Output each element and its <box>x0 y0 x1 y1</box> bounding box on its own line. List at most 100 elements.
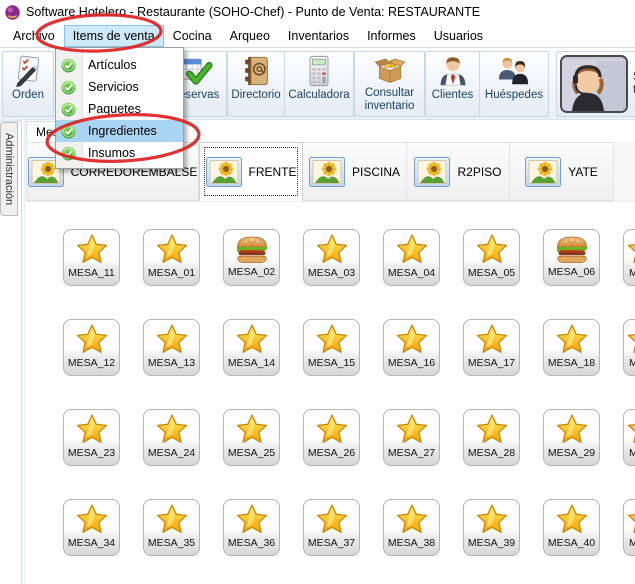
mesa-button[interactable]: MESA_35 <box>143 499 200 556</box>
menu-archivo[interactable]: Archivo <box>4 25 64 47</box>
menu-bar: Archivo Items de venta Cocina Arqueo Inv… <box>0 24 635 47</box>
green-check-icon <box>61 102 76 117</box>
mesa-button[interactable]: MESA_15 <box>303 319 360 376</box>
star-icon <box>395 503 429 535</box>
star-icon <box>626 323 635 355</box>
picture-icon <box>525 157 561 187</box>
mesa-row-1: MESA_11 MESA_01 MESA_02 MESA_03 MESA_04 … <box>63 229 635 286</box>
mesa-button[interactable]: MESA_03 <box>303 229 360 286</box>
mesa-row-4: MESA_34 MESA_35 MESA_36 MESA_37 MESA_38 … <box>63 499 635 556</box>
mesa-button[interactable]: MESA_05 <box>463 229 520 286</box>
mesa-row-2: MESA_12 MESA_13 MESA_14 MESA_15 MESA_16 … <box>63 319 635 376</box>
mesa-button[interactable]: MESA_04 <box>383 229 440 286</box>
star-icon <box>555 413 589 445</box>
star-icon <box>75 503 109 535</box>
mesa-button[interactable]: MESA_16 <box>383 319 440 376</box>
picture-icon <box>309 157 345 187</box>
mesa-button[interactable]: MESA_36 <box>223 499 280 556</box>
menu-arqueo[interactable]: Arqueo <box>221 25 279 47</box>
title-bar: Software Hotelero - Restaurante (SOHO-Ch… <box>0 0 635 24</box>
mesa-button[interactable]: MESA_12 <box>63 319 120 376</box>
app-window: Software Hotelero - Restaurante (SOHO-Ch… <box>0 0 635 584</box>
burger-icon <box>234 233 270 264</box>
star-icon <box>626 413 635 445</box>
mesa-button[interactable]: MESA_11 <box>63 229 120 286</box>
directorio-button[interactable]: Directorio <box>227 51 285 117</box>
star-icon <box>626 503 635 535</box>
mesa-button[interactable]: MESA_27 <box>383 409 440 466</box>
star-icon <box>315 323 349 355</box>
menu-inventarios[interactable]: Inventarios <box>279 25 358 47</box>
menu-item-servicios[interactable]: Servicios <box>56 76 183 98</box>
address-book-icon <box>239 54 273 88</box>
window-title: Software Hotelero - Restaurante (SOHO-Ch… <box>26 5 480 19</box>
calculator-icon <box>302 54 336 88</box>
mesa-button[interactable]: MESA_01 <box>143 229 200 286</box>
menu-usuarios[interactable]: Usuarios <box>425 25 492 47</box>
mesa-grid: MESA_11 MESA_01 MESA_02 MESA_03 MESA_04 … <box>22 201 635 584</box>
mesa-button[interactable]: MESA_06 <box>543 229 600 286</box>
mesa-button-clipped[interactable]: M <box>623 229 635 286</box>
tab-r2piso[interactable]: R2PISO <box>407 142 510 201</box>
mesa-button[interactable]: MESA_25 <box>223 409 280 466</box>
menu-items-de-venta[interactable]: Items de venta <box>64 25 164 47</box>
orden-button[interactable]: Orden <box>2 51 54 117</box>
star-icon <box>315 503 349 535</box>
clientes-button[interactable]: Clientes <box>425 51 480 117</box>
star-icon <box>315 413 349 445</box>
mesa-button[interactable]: MESA_17 <box>463 319 520 376</box>
mesa-button[interactable]: MESA_40 <box>543 499 600 556</box>
calculadora-button[interactable]: Calculadora <box>284 51 354 117</box>
menu-cocina[interactable]: Cocina <box>164 25 221 47</box>
star-icon <box>75 413 109 445</box>
mesa-button[interactable]: MESA_18 <box>543 319 600 376</box>
tab-piscina[interactable]: PISCINA <box>303 142 407 201</box>
mesa-button[interactable]: MESA_24 <box>143 409 200 466</box>
menu-item-paquetes[interactable]: Paquetes <box>56 98 183 120</box>
inventory-box-icon <box>373 54 407 86</box>
mesa-button[interactable]: MESA_37 <box>303 499 360 556</box>
mesa-row-3: MESA_23 MESA_24 MESA_25 MESA_26 MESA_27 … <box>63 409 635 466</box>
star-icon <box>235 323 269 355</box>
star-icon <box>475 413 509 445</box>
menu-item-ingredientes[interactable]: Ingredientes <box>56 120 183 142</box>
picture-icon <box>414 157 450 187</box>
mesa-button-clipped[interactable]: M <box>623 499 635 556</box>
star-icon <box>475 323 509 355</box>
mesa-button[interactable]: MESA_02 <box>223 229 280 286</box>
mesa-button[interactable]: MESA_14 <box>223 319 280 376</box>
client-person-icon <box>436 54 470 88</box>
mesa-button-clipped[interactable]: M <box>623 319 635 376</box>
star-icon <box>235 503 269 535</box>
mesa-button[interactable]: MESA_28 <box>463 409 520 466</box>
star-icon <box>555 323 589 355</box>
tab-yate[interactable]: YATE <box>510 142 614 201</box>
administracion-label: Administración <box>3 133 15 205</box>
star-icon <box>235 413 269 445</box>
star-icon <box>475 233 509 265</box>
star-icon <box>626 233 635 265</box>
star-icon <box>395 413 429 445</box>
mesa-button[interactable]: MESA_13 <box>143 319 200 376</box>
star-icon <box>75 233 109 265</box>
menu-item-articulos[interactable]: Artículos <box>56 54 183 76</box>
mesa-button[interactable]: MESA_23 <box>63 409 120 466</box>
mesa-button[interactable]: MESA_39 <box>463 499 520 556</box>
consultar-inventario-button[interactable]: Consultar inventario <box>354 51 425 117</box>
menu-item-insumos[interactable]: Insumos <box>56 142 183 164</box>
menu-informes[interactable]: Informes <box>358 25 425 47</box>
star-icon <box>555 503 589 535</box>
mesa-button[interactable]: MESA_29 <box>543 409 600 466</box>
app-logo-icon <box>4 4 21 21</box>
mesa-button-clipped[interactable]: M <box>623 409 635 466</box>
guests-people-icon <box>497 54 531 88</box>
star-icon <box>475 503 509 535</box>
soporte-tecnico-button[interactable]: Sop téc <box>556 51 635 117</box>
sidebar-tab-administracion[interactable]: Administración <box>0 122 18 216</box>
huespedes-button[interactable]: Huéspedes <box>479 51 549 117</box>
star-icon <box>75 323 109 355</box>
tab-frente[interactable]: FRENTE <box>199 142 303 201</box>
mesa-button[interactable]: MESA_34 <box>63 499 120 556</box>
mesa-button[interactable]: MESA_26 <box>303 409 360 466</box>
mesa-button[interactable]: MESA_38 <box>383 499 440 556</box>
